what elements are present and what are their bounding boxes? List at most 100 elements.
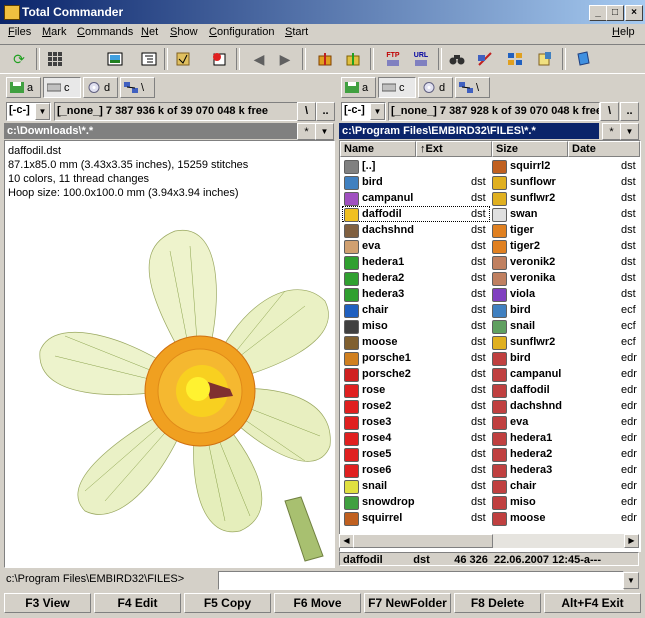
list-item[interactable]: veronik2 dst (490, 254, 640, 270)
right-drive-network[interactable]: \ (455, 77, 490, 98)
f7-newfolder-button[interactable]: F7 NewFolder (364, 593, 451, 613)
list-item[interactable]: swan dst (490, 206, 640, 222)
maximize-button[interactable]: □ (606, 5, 624, 21)
column-header-name[interactable]: Name (340, 141, 416, 157)
right-drive-c[interactable]: c (378, 77, 416, 98)
left-drive-a[interactable]: a (6, 77, 41, 98)
list-item[interactable]: sunflwr2 ecf (490, 334, 640, 350)
right-path-bar[interactable]: c:\Program Files\EMBIRD32\FILES\*.* (339, 123, 599, 139)
list-item[interactable]: [..] (342, 158, 490, 174)
list-item[interactable]: hedera2 edr (490, 446, 640, 462)
minimize-button[interactable]: _ (589, 5, 607, 21)
left-history-star[interactable]: * (297, 123, 316, 140)
list-item[interactable]: daffodil dst (342, 206, 490, 222)
menu-help[interactable]: Help (612, 26, 635, 38)
menu-mark[interactable]: Mark (42, 26, 66, 38)
menu-show[interactable]: Show (170, 26, 198, 38)
menu-commands[interactable]: Commands (77, 26, 133, 38)
alt-f4-exit-button[interactable]: Alt+F4 Exit (544, 593, 641, 613)
list-item[interactable]: hedera3 dst (342, 286, 490, 302)
list-item[interactable]: miso dst (342, 318, 490, 334)
list-item[interactable]: tiger dst (490, 222, 640, 238)
f5-copy-button[interactable]: F5 Copy (184, 593, 271, 613)
rename-icon[interactable] (474, 48, 496, 70)
column-header-ext[interactable]: ↑Ext (416, 141, 492, 157)
list-item[interactable]: dachshnd edr (490, 398, 640, 414)
left-path-bar[interactable]: c:\Downloads\*.* (4, 123, 297, 139)
chevron-down-icon[interactable]: ▼ (35, 103, 50, 120)
command-line-input[interactable] (218, 571, 624, 590)
invert-selection-icon[interactable] (172, 48, 194, 70)
list-item[interactable]: snail ecf (490, 318, 640, 334)
list-item[interactable]: sunflowr dst (490, 174, 640, 190)
list-item[interactable]: snail dst (342, 478, 490, 494)
list-item[interactable]: veronika dst (490, 270, 640, 286)
ftp-icon[interactable]: FTP (382, 48, 404, 70)
pack-icon[interactable] (314, 48, 336, 70)
left-root-button[interactable]: \ (297, 102, 316, 121)
left-drive-network[interactable]: \ (120, 77, 155, 98)
close-button[interactable]: × (625, 5, 643, 21)
list-item[interactable]: campanul edr (490, 366, 640, 382)
compare-icon[interactable] (208, 48, 230, 70)
list-item[interactable]: hedera1 edr (490, 430, 640, 446)
list-item[interactable]: eva edr (490, 414, 640, 430)
list-item[interactable]: rose4 dst (342, 430, 490, 446)
list-item[interactable]: miso edr (490, 494, 640, 510)
list-item[interactable]: dachshnd dst (342, 222, 490, 238)
list-item[interactable]: rose dst (342, 382, 490, 398)
menu-net[interactable]: Net (141, 26, 158, 38)
list-item[interactable]: snowdrop dst (342, 494, 490, 510)
notes-icon[interactable] (572, 48, 594, 70)
list-item[interactable]: porsche1 dst (342, 350, 490, 366)
list-item[interactable]: viola dst (490, 286, 640, 302)
thumbnails-icon[interactable] (44, 48, 66, 70)
f8-delete-button[interactable]: F8 Delete (454, 593, 541, 613)
scroll-left-icon[interactable]: ◀ (339, 534, 354, 548)
back-icon[interactable]: ◀ (248, 48, 270, 70)
menu-configuration[interactable]: Configuration (209, 26, 274, 38)
list-item[interactable]: hedera2 dst (342, 270, 490, 286)
url-icon[interactable]: URL (410, 48, 432, 70)
scroll-thumb[interactable] (353, 534, 493, 548)
left-drive-c[interactable]: c (43, 77, 81, 98)
cmdline-history-dropdown-icon[interactable]: ▼ (623, 572, 639, 589)
right-horizontal-scrollbar[interactable]: ◀ ▶ (339, 534, 639, 548)
menu-start[interactable]: Start (285, 26, 308, 38)
list-item[interactable]: rose2 dst (342, 398, 490, 414)
list-item[interactable]: chair dst (342, 302, 490, 318)
left-drive-combo[interactable]: [-c-] ▼ (6, 102, 51, 121)
list-item[interactable]: hedera3 edr (490, 462, 640, 478)
right-file-list[interactable]: Name ↑Ext Size Date [..] bird dst campanul d… (339, 140, 641, 552)
find-icon[interactable] (446, 48, 468, 70)
forward-icon[interactable]: ▶ (274, 48, 296, 70)
list-item[interactable]: eva dst (342, 238, 490, 254)
f6-move-button[interactable]: F6 Move (274, 593, 361, 613)
list-item[interactable]: bird dst (342, 174, 490, 190)
list-item[interactable]: rose6 dst (342, 462, 490, 478)
list-item[interactable]: campanul dst (342, 190, 490, 206)
f3-view-button[interactable]: F3 View (4, 593, 91, 613)
left-up-button[interactable]: .. (316, 102, 335, 121)
list-item[interactable]: sunflwr2 dst (490, 190, 640, 206)
list-item[interactable]: porsche2 dst (342, 366, 490, 382)
right-drive-a[interactable]: a (341, 77, 376, 98)
list-item[interactable]: bird ecf (490, 302, 640, 318)
sync-icon[interactable] (504, 48, 526, 70)
unpack-icon[interactable] (342, 48, 364, 70)
right-up-button[interactable]: .. (620, 102, 639, 121)
right-drive-d[interactable]: d (418, 77, 453, 98)
list-item[interactable]: tiger2 dst (490, 238, 640, 254)
right-drive-combo[interactable]: [-c-] ▼ (341, 102, 386, 121)
chevron-down-icon[interactable]: ▼ (370, 103, 385, 120)
list-item[interactable]: bird edr (490, 350, 640, 366)
list-item[interactable]: moose edr (490, 510, 640, 526)
edit-icon[interactable] (534, 48, 556, 70)
tree-icon[interactable] (138, 48, 160, 70)
column-header-size[interactable]: Size (492, 141, 568, 157)
list-item[interactable]: moose dst (342, 334, 490, 350)
image-icon[interactable] (104, 48, 126, 70)
list-item[interactable]: rose3 dst (342, 414, 490, 430)
list-item[interactable]: daffodil edr (490, 382, 640, 398)
menu-files[interactable]: Files (8, 26, 31, 38)
